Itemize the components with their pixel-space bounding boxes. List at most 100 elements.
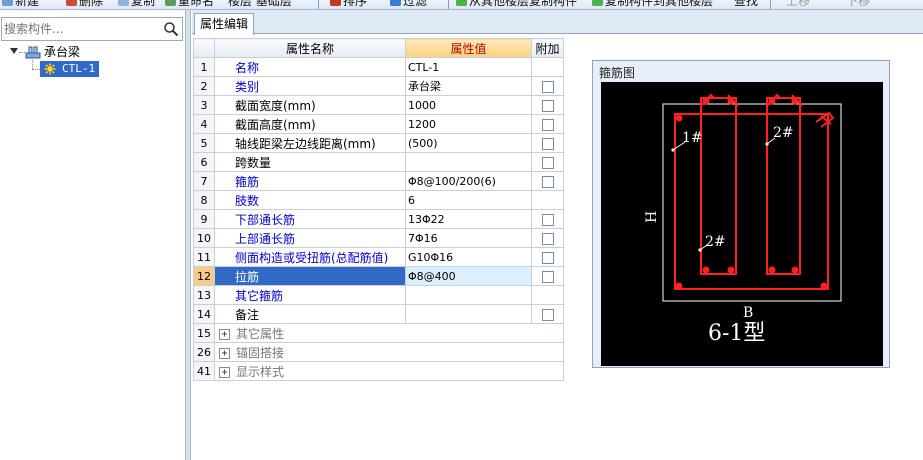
property-value-cell[interactable]: 13Φ22 bbox=[405, 209, 532, 229]
property-value-cell[interactable] bbox=[405, 304, 532, 324]
property-value-cell[interactable]: Φ8@100/200(6) bbox=[405, 171, 532, 191]
property-name-cell[interactable]: 其它箍筋 bbox=[214, 285, 406, 305]
grid-row[interactable]: 8 肢数 6 bbox=[193, 190, 564, 210]
expand-plus-icon[interactable]: + bbox=[219, 347, 230, 359]
toolbar-separator bbox=[318, 0, 319, 9]
stirrup-label-2-bottom: 2# bbox=[705, 234, 726, 250]
grid-row[interactable]: 26 + 锚固搭接 bbox=[193, 342, 564, 362]
grid-row[interactable]: 12 拉筋 Φ8@400 bbox=[193, 266, 564, 286]
extra-cell bbox=[531, 266, 564, 286]
grid-row[interactable]: 3 截面宽度(mm) 1000 bbox=[193, 95, 564, 115]
property-value-header[interactable]: 属性值 bbox=[405, 38, 532, 58]
copy-to-floor-button[interactable]: 复制构件到其他楼层 bbox=[592, 0, 713, 9]
expand-arrow-icon[interactable] bbox=[10, 48, 18, 54]
property-value-cell[interactable]: 7Φ16 bbox=[405, 228, 532, 248]
grid-row[interactable]: 7 箍筋 Φ8@100/200(6) bbox=[193, 171, 564, 191]
extra-header[interactable]: 附加 bbox=[531, 38, 564, 58]
row-number: 3 bbox=[193, 95, 215, 115]
rebar-dot bbox=[675, 282, 683, 290]
leader-point bbox=[698, 248, 702, 252]
grid-row[interactable]: 13 其它箍筋 bbox=[193, 285, 564, 305]
search-input[interactable] bbox=[4, 20, 160, 38]
property-value-cell[interactable]: 1000 bbox=[405, 95, 532, 115]
rebar-dot bbox=[791, 97, 799, 105]
property-name-cell[interactable]: 肢数 bbox=[214, 190, 406, 210]
property-value-cell[interactable] bbox=[405, 285, 532, 305]
property-content: 属性名称 属性值 附加 1 名称 CTL-1 2 类别 承台梁 3 截面宽度(mm) 1000 4… bbox=[192, 35, 923, 460]
property-value-cell[interactable]: Φ8@400 bbox=[405, 266, 532, 286]
property-name-cell[interactable]: 箍筋 bbox=[214, 171, 406, 191]
extra-checkbox[interactable] bbox=[541, 80, 554, 93]
component-gear-icon bbox=[44, 63, 56, 75]
filter-button[interactable]: 过滤 bbox=[390, 0, 427, 9]
grid-row[interactable]: 2 类别 承台梁 bbox=[193, 76, 564, 96]
move-up-button[interactable]: 上移 bbox=[786, 0, 810, 9]
tab-property-edit[interactable]: 属性编辑 bbox=[194, 13, 254, 35]
property-name-cell[interactable]: 截面宽度(mm) bbox=[214, 95, 406, 115]
toolbar-separator bbox=[770, 0, 771, 9]
panel-splitter[interactable] bbox=[186, 10, 191, 460]
property-value-cell[interactable]: G10Φ16 bbox=[405, 247, 532, 267]
property-value-cell[interactable] bbox=[405, 152, 532, 172]
move-down-button[interactable]: 下移 bbox=[846, 0, 870, 9]
extra-checkbox[interactable] bbox=[541, 137, 554, 150]
grid-row[interactable]: 1 名称 CTL-1 bbox=[193, 57, 564, 77]
grid-row[interactable]: 6 跨数量 bbox=[193, 152, 564, 172]
new-icon bbox=[2, 0, 13, 6]
copy-button[interactable]: 复制 bbox=[118, 0, 155, 9]
expand-plus-icon[interactable]: + bbox=[219, 328, 230, 340]
extra-checkbox[interactable] bbox=[541, 270, 554, 283]
row-number: 13 bbox=[193, 285, 215, 305]
grid-row[interactable]: 14 备注 bbox=[193, 304, 564, 324]
property-name-header[interactable]: 属性名称 bbox=[214, 38, 406, 58]
expand-plus-icon[interactable]: + bbox=[219, 366, 230, 378]
group-row-name[interactable]: + 显示样式 bbox=[214, 361, 564, 381]
property-name-cell[interactable]: 备注 bbox=[214, 304, 406, 324]
property-name-cell[interactable]: 轴线距梁左边线距离(mm) bbox=[214, 133, 406, 153]
property-value-cell[interactable]: (500) bbox=[405, 133, 532, 153]
extra-checkbox[interactable] bbox=[541, 175, 554, 188]
search-box bbox=[1, 17, 183, 41]
grid-row[interactable]: 10 上部通长筋 7Φ16 bbox=[193, 228, 564, 248]
property-name-cell[interactable]: 截面高度(mm) bbox=[214, 114, 406, 134]
extra-checkbox[interactable] bbox=[541, 118, 554, 131]
property-name-cell[interactable]: 下部通长筋 bbox=[214, 209, 406, 229]
rename-button[interactable]: 重命名 bbox=[165, 0, 214, 9]
property-name-cell[interactable]: 上部通长筋 bbox=[214, 228, 406, 248]
grid-row[interactable]: 41 + 显示样式 bbox=[193, 361, 564, 381]
new-button[interactable]: 新建 bbox=[2, 0, 39, 9]
tree-node-root[interactable]: 承台梁 bbox=[0, 44, 184, 60]
grid-row[interactable]: 15 + 其它属性 bbox=[193, 323, 564, 343]
group-row-name[interactable]: + 锚固搭接 bbox=[214, 342, 564, 362]
group-row-name[interactable]: + 其它属性 bbox=[214, 323, 564, 343]
extra-cell bbox=[531, 171, 564, 191]
copy-from-floor-button[interactable]: 从其他楼层复制构件 bbox=[456, 0, 577, 9]
grid-row[interactable]: 9 下部通长筋 13Φ22 bbox=[193, 209, 564, 229]
extra-checkbox[interactable] bbox=[541, 251, 554, 264]
extra-checkbox[interactable] bbox=[541, 232, 554, 245]
extra-cell bbox=[531, 133, 564, 153]
property-name-cell[interactable]: 类别 bbox=[214, 76, 406, 96]
property-value-cell[interactable]: 1200 bbox=[405, 114, 532, 134]
grid-row[interactable]: 5 轴线距梁左边线距离(mm) (500) bbox=[193, 133, 564, 153]
search-icon[interactable] bbox=[163, 21, 179, 37]
extra-checkbox[interactable] bbox=[541, 99, 554, 112]
tree-node-ctl-1[interactable]: CTL-1 bbox=[40, 61, 99, 77]
property-value-cell[interactable]: 承台梁 bbox=[405, 76, 532, 96]
property-name-cell[interactable]: 名称 bbox=[214, 57, 406, 77]
grid-row[interactable]: 4 截面高度(mm) 1200 bbox=[193, 114, 564, 134]
delete-button[interactable]: 删除 bbox=[66, 0, 103, 9]
property-name-cell[interactable]: 侧面构造或受扭筋(总配筋值) bbox=[214, 247, 406, 267]
extra-checkbox[interactable] bbox=[541, 308, 554, 321]
property-name-cell[interactable]: 拉筋 bbox=[214, 266, 406, 286]
extra-checkbox[interactable] bbox=[541, 213, 554, 226]
property-name-cell[interactable]: 跨数量 bbox=[214, 152, 406, 172]
find-button[interactable]: 查找 bbox=[734, 0, 758, 9]
floor-select[interactable]: 楼层 基础层 bbox=[228, 0, 292, 9]
extra-checkbox[interactable] bbox=[541, 156, 554, 169]
sort-button[interactable]: 排序 bbox=[330, 0, 367, 9]
property-value-cell[interactable]: 6 bbox=[405, 190, 532, 210]
grid-row[interactable]: 11 侧面构造或受扭筋(总配筋值) G10Φ16 bbox=[193, 247, 564, 267]
property-value-cell[interactable]: CTL-1 bbox=[405, 57, 532, 77]
row-number: 26 bbox=[193, 342, 215, 362]
